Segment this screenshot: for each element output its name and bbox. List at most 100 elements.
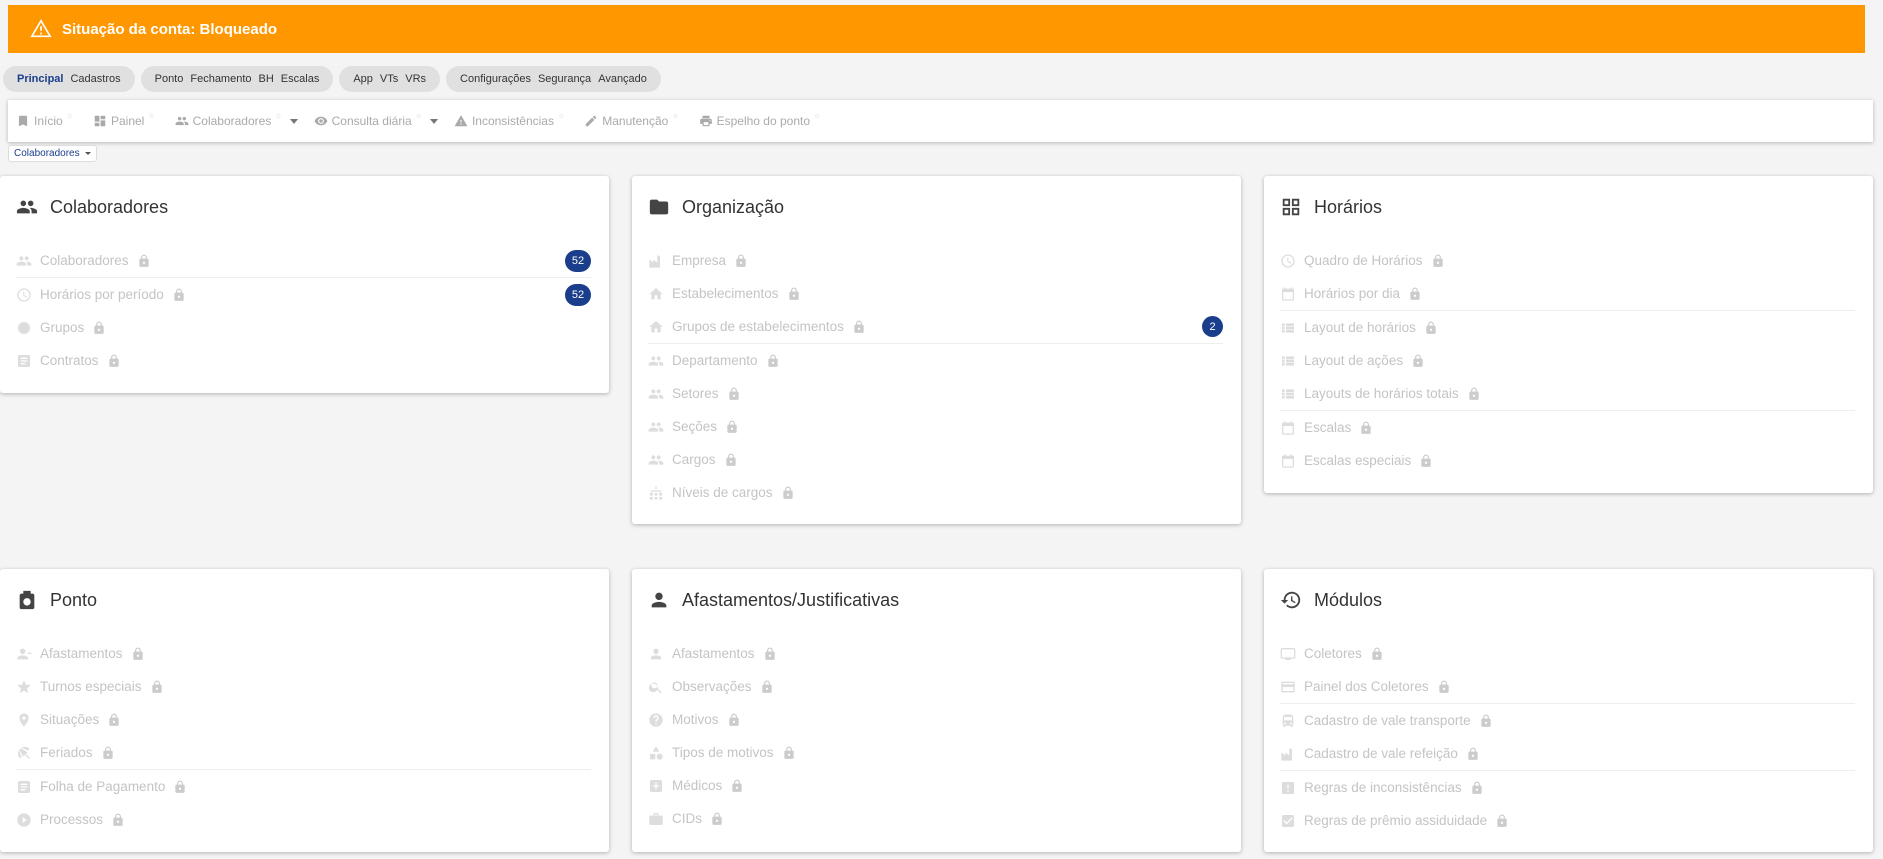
list-item[interactable]: Painel dos Coletores	[1280, 670, 1855, 704]
group-item-cadastros[interactable]: Cadastros	[70, 73, 120, 85]
list-item[interactable]: Escalas	[1280, 411, 1855, 444]
list-item[interactable]: Regras de inconsistências	[1280, 771, 1855, 804]
list-item[interactable]: Departamento	[648, 344, 1223, 377]
card-title-text: Organização	[682, 196, 785, 217]
list-item[interactable]: Feriados	[16, 736, 591, 770]
group-item-vrs[interactable]: VRs	[405, 73, 426, 85]
card-colaboradores: Colaboradores Colaboradores 52 Horários …	[0, 176, 609, 393]
list-item[interactable]: Layout de horários	[1280, 311, 1855, 344]
lock-icon	[137, 254, 151, 268]
list-item[interactable]: CIDs	[648, 802, 1223, 835]
list-item[interactable]: Cadastro de vale transporte	[1280, 704, 1855, 737]
nav-colaboradores[interactable]: Colaboradores ☆	[175, 113, 282, 128]
hierarchy-icon	[648, 485, 664, 501]
list-item-label: Escalas	[1304, 420, 1352, 435]
list-item[interactable]: Layout de ações	[1280, 344, 1855, 377]
nav-painel[interactable]: Painel ☆	[93, 113, 155, 128]
account-status-text: Situação da conta: Bloqueado	[62, 20, 278, 38]
lock-icon	[1359, 421, 1373, 435]
chevron-down-icon[interactable]	[429, 118, 438, 124]
lock-icon	[173, 780, 187, 794]
card-ponto: Ponto Afastamentos Turnos especiais Situ…	[0, 569, 609, 852]
list-item-label: Grupos de estabelecimentos	[672, 319, 844, 334]
nav-consulta-diaria[interactable]: Consulta diária ☆	[314, 113, 422, 128]
list-item[interactable]: Regras de prêmio assiduidade	[1280, 804, 1855, 837]
list-item[interactable]: Grupos	[16, 311, 591, 344]
group-item-escalas[interactable]: Escalas	[281, 73, 320, 85]
group-item-vts[interactable]: VTs	[380, 73, 398, 85]
list-item-label: Turnos especiais	[40, 679, 142, 694]
list-item-label: Cadastro de vale transporte	[1304, 713, 1471, 728]
count-badge: 2	[1202, 316, 1223, 337]
list-item-label: Feriados	[40, 745, 93, 760]
nav-inicio[interactable]: Início ☆	[16, 113, 73, 128]
list-item[interactable]: Processos	[16, 803, 591, 836]
list-item[interactable]: Quadro de Horários	[1280, 244, 1855, 277]
chevron-down-icon[interactable]	[289, 118, 298, 124]
card-title-text: Colaboradores	[50, 196, 169, 217]
count-badge: 52	[565, 250, 591, 272]
card-afastamentos: Afastamentos/Justificativas Afastamentos…	[632, 569, 1241, 852]
group-icon	[16, 320, 32, 336]
clock-icon	[16, 287, 32, 303]
group-item-avancado[interactable]: Avançado	[598, 73, 647, 85]
list-item-label: Regras de inconsistências	[1304, 780, 1462, 795]
group-configuracoes: Configurações Segurança Avançado	[446, 66, 661, 92]
colaboradores-chip[interactable]: Colaboradores	[8, 145, 97, 162]
nav-inconsistencias[interactable]: Inconsistências ☆	[454, 113, 564, 128]
people-icon	[648, 452, 664, 468]
list-item[interactable]: Médicos	[648, 769, 1223, 802]
nav-label: Espelho do ponto	[716, 114, 811, 128]
list-item[interactable]: Afastamentos	[16, 637, 591, 670]
list-item[interactable]: Horários por período 52	[16, 278, 591, 311]
list-item[interactable]: Observações	[648, 670, 1223, 703]
list-item-label: Layouts de horários totais	[1304, 386, 1459, 401]
lock-icon	[710, 812, 724, 826]
list-item[interactable]: Setores	[648, 377, 1223, 410]
list-item[interactable]: Afastamentos	[648, 637, 1223, 670]
nav-manutencao[interactable]: Manutenção ☆	[584, 113, 679, 128]
lock-icon	[1470, 781, 1484, 795]
list-item[interactable]: Níveis de cargos	[648, 476, 1223, 509]
card-title: Módulos	[1280, 587, 1855, 613]
group-item-bh[interactable]: BH	[259, 73, 274, 85]
lock-icon	[725, 420, 739, 434]
lock-icon	[1437, 680, 1451, 694]
monitor-icon	[1280, 646, 1296, 662]
account-status-alert: Situação da conta: Bloqueado	[8, 5, 1865, 53]
list-item[interactable]: Cadastro de vale refeição	[1280, 737, 1855, 771]
list-item[interactable]: Escalas especiais	[1280, 444, 1855, 477]
lock-icon	[1495, 814, 1509, 828]
group-item-configuracoes[interactable]: Configurações	[460, 73, 531, 85]
list-item[interactable]: Cargos	[648, 443, 1223, 476]
group-item-fechamento[interactable]: Fechamento	[190, 73, 251, 85]
play-icon	[16, 812, 32, 828]
pin-icon	[16, 712, 32, 728]
list-item[interactable]: Tipos de motivos	[648, 736, 1223, 769]
calendar-icon	[1280, 420, 1296, 436]
list-item[interactable]: Grupos de estabelecimentos 2	[648, 310, 1223, 344]
group-item-ponto[interactable]: Ponto	[155, 73, 184, 85]
card-title: Organização	[648, 194, 1223, 220]
folder-icon	[648, 196, 670, 218]
list-item[interactable]: Empresa	[648, 244, 1223, 277]
list-item[interactable]: Layouts de horários totais	[1280, 377, 1855, 411]
list-item[interactable]: Estabelecimentos	[648, 277, 1223, 310]
list-item[interactable]: Seções	[648, 410, 1223, 443]
list-item[interactable]: Coletores	[1280, 637, 1855, 670]
list-item[interactable]: Situações	[16, 703, 591, 736]
group-item-principal[interactable]: Principal	[17, 73, 63, 85]
list-item-label: Níveis de cargos	[672, 485, 773, 500]
lock-icon	[131, 647, 145, 661]
list-item[interactable]: Colaboradores 52	[16, 244, 591, 278]
list-item[interactable]: Folha de Pagamento	[16, 770, 591, 803]
group-item-seguranca[interactable]: Segurança	[538, 73, 591, 85]
nav-espelho-do-ponto[interactable]: Espelho do ponto ☆	[699, 113, 820, 128]
list-item[interactable]: Contratos	[16, 344, 591, 377]
grid-icon	[1280, 320, 1296, 336]
list-item[interactable]: Horários por dia	[1280, 277, 1855, 311]
group-item-app[interactable]: App	[353, 73, 373, 85]
list-item[interactable]: Turnos especiais	[16, 670, 591, 703]
card-title: Horários	[1280, 194, 1855, 220]
list-item[interactable]: Motivos	[648, 703, 1223, 736]
